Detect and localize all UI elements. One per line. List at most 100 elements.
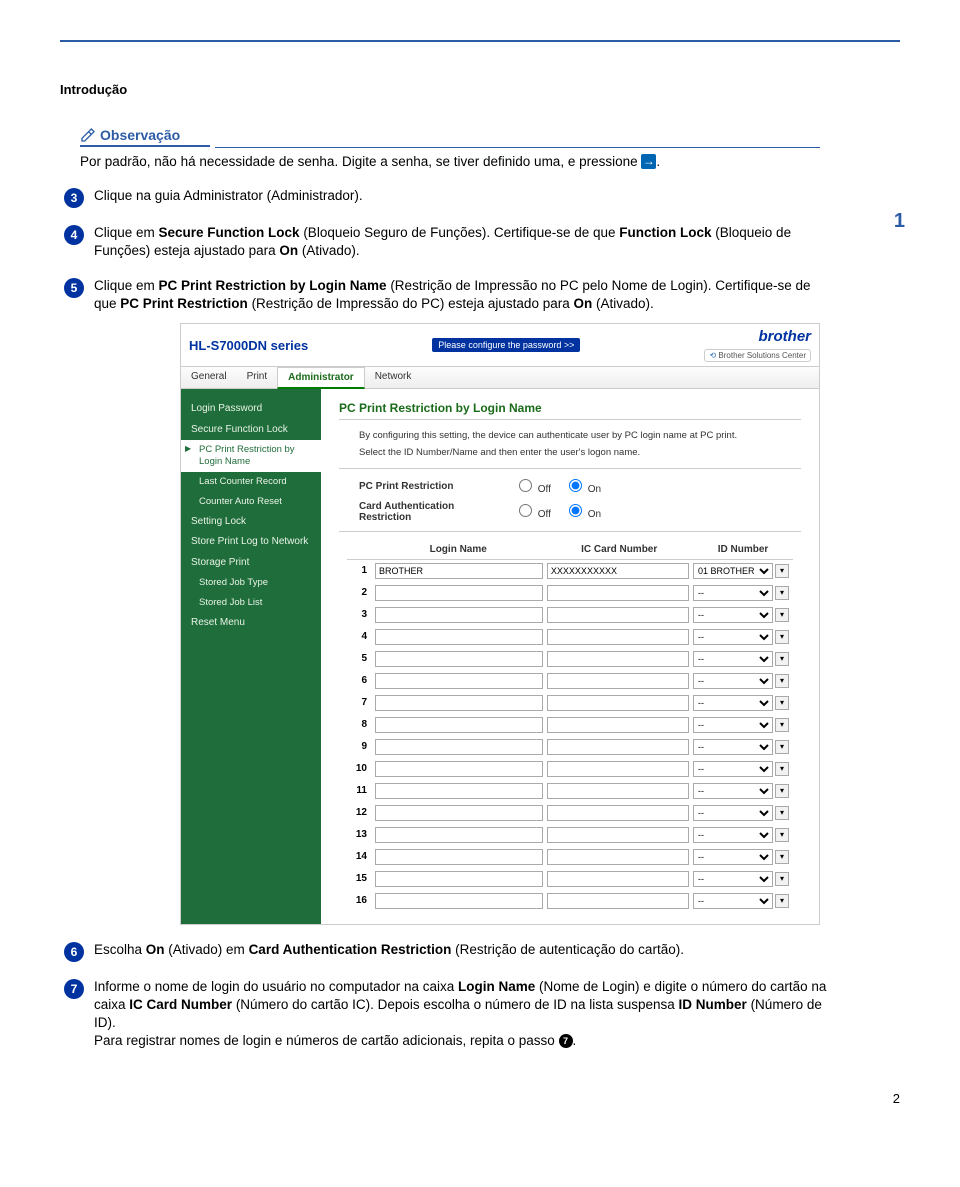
- login-name-input[interactable]: [375, 673, 543, 689]
- table-row: 16--▾: [347, 890, 793, 912]
- configure-password-button[interactable]: Please configure the password >>: [432, 338, 580, 352]
- login-name-input[interactable]: [375, 651, 543, 667]
- step-number-3: 3: [64, 188, 84, 208]
- pc-print-on-radio[interactable]: On: [569, 479, 601, 495]
- row-index: 7: [347, 697, 371, 708]
- ic-card-number-input[interactable]: [547, 805, 689, 821]
- login-name-input[interactable]: [375, 739, 543, 755]
- id-number-select[interactable]: --: [693, 651, 773, 667]
- sidebar-item[interactable]: Counter Auto Reset: [181, 492, 321, 512]
- id-number-select[interactable]: --: [693, 849, 773, 865]
- dropdown-icon[interactable]: ▾: [775, 894, 789, 908]
- ic-card-number-input[interactable]: [547, 563, 689, 579]
- note-body: Por padrão, não há necessidade de senha.…: [80, 153, 820, 171]
- id-number-select[interactable]: --: [693, 761, 773, 777]
- dropdown-icon[interactable]: ▾: [775, 850, 789, 864]
- pc-print-off-radio[interactable]: Off: [519, 479, 551, 495]
- card-auth-on-radio[interactable]: On: [569, 504, 601, 520]
- id-number-select[interactable]: --: [693, 629, 773, 645]
- id-number-select[interactable]: --: [693, 717, 773, 733]
- sidebar-item[interactable]: Setting Lock: [181, 512, 321, 533]
- solutions-center-link[interactable]: ⟲ Brother Solutions Center: [704, 349, 811, 362]
- product-title: HL-S7000DN series: [189, 338, 308, 353]
- sidebar-item[interactable]: Stored Job List: [181, 593, 321, 613]
- dropdown-icon[interactable]: ▾: [775, 652, 789, 666]
- ic-card-number-input[interactable]: [547, 651, 689, 667]
- table-row: 4--▾: [347, 626, 793, 648]
- dropdown-icon[interactable]: ▾: [775, 806, 789, 820]
- card-auth-off-radio[interactable]: Off: [519, 504, 551, 520]
- id-number-select[interactable]: --: [693, 893, 773, 909]
- dropdown-icon[interactable]: ▾: [775, 740, 789, 754]
- ic-card-number-input[interactable]: [547, 629, 689, 645]
- id-number-select[interactable]: --: [693, 739, 773, 755]
- sidebar-item[interactable]: Storage Print: [181, 553, 321, 574]
- login-name-input[interactable]: [375, 871, 543, 887]
- chapter-badge: 1: [894, 210, 905, 233]
- dropdown-icon[interactable]: ▾: [775, 564, 789, 578]
- login-name-input[interactable]: [375, 805, 543, 821]
- sidebar-item[interactable]: PC Print Restriction by Login Name: [181, 440, 321, 472]
- dropdown-icon[interactable]: ▾: [775, 762, 789, 776]
- tab-general[interactable]: General: [181, 367, 237, 388]
- login-name-input[interactable]: [375, 717, 543, 733]
- login-name-input[interactable]: [375, 563, 543, 579]
- ic-card-number-input[interactable]: [547, 893, 689, 909]
- embedded-screenshot: HL-S7000DN series Please configure the p…: [180, 323, 820, 925]
- step-5: 5 Clique em PC Print Restriction by Logi…: [64, 277, 830, 313]
- sidebar: Login PasswordSecure Function LockPC Pri…: [181, 389, 321, 924]
- ic-card-number-input[interactable]: [547, 739, 689, 755]
- table-row: 12--▾: [347, 802, 793, 824]
- ic-card-number-input[interactable]: [547, 717, 689, 733]
- id-number-select[interactable]: 01 BROTHER: [693, 563, 773, 579]
- login-name-input[interactable]: [375, 783, 543, 799]
- login-name-input[interactable]: [375, 607, 543, 623]
- row-index: 13: [347, 829, 371, 840]
- dropdown-icon[interactable]: ▾: [775, 784, 789, 798]
- id-number-select[interactable]: --: [693, 585, 773, 601]
- login-name-input[interactable]: [375, 827, 543, 843]
- login-name-input[interactable]: [375, 893, 543, 909]
- dropdown-icon[interactable]: ▾: [775, 872, 789, 886]
- tab-network[interactable]: Network: [365, 367, 422, 388]
- sidebar-item[interactable]: Secure Function Lock: [181, 420, 321, 441]
- id-number-select[interactable]: --: [693, 695, 773, 711]
- dropdown-icon[interactable]: ▾: [775, 586, 789, 600]
- ic-card-number-input[interactable]: [547, 585, 689, 601]
- sidebar-item[interactable]: Stored Job Type: [181, 573, 321, 593]
- note-title: Observação: [100, 127, 180, 143]
- tab-print[interactable]: Print: [237, 367, 278, 388]
- login-name-input[interactable]: [375, 585, 543, 601]
- dropdown-icon[interactable]: ▾: [775, 674, 789, 688]
- login-name-input[interactable]: [375, 695, 543, 711]
- sidebar-item[interactable]: Reset Menu: [181, 613, 321, 634]
- id-number-select[interactable]: --: [693, 673, 773, 689]
- sidebar-item[interactable]: Login Password: [181, 399, 321, 420]
- dropdown-icon[interactable]: ▾: [775, 828, 789, 842]
- id-number-select[interactable]: --: [693, 607, 773, 623]
- dropdown-icon[interactable]: ▾: [775, 608, 789, 622]
- ic-card-number-input[interactable]: [547, 849, 689, 865]
- tab-administrator[interactable]: Administrator: [277, 367, 365, 389]
- step-3-body: Clique na guia Administrator (Administra…: [94, 187, 830, 208]
- id-number-select[interactable]: --: [693, 805, 773, 821]
- th-ic-card-number: IC Card Number: [545, 544, 693, 555]
- dropdown-icon[interactable]: ▾: [775, 718, 789, 732]
- ic-card-number-input[interactable]: [547, 607, 689, 623]
- id-number-select[interactable]: --: [693, 783, 773, 799]
- sidebar-item[interactable]: Last Counter Record: [181, 472, 321, 492]
- sidebar-item[interactable]: Store Print Log to Network: [181, 532, 321, 553]
- id-number-select[interactable]: --: [693, 827, 773, 843]
- ic-card-number-input[interactable]: [547, 761, 689, 777]
- ic-card-number-input[interactable]: [547, 673, 689, 689]
- ic-card-number-input[interactable]: [547, 827, 689, 843]
- dropdown-icon[interactable]: ▾: [775, 696, 789, 710]
- ic-card-number-input[interactable]: [547, 783, 689, 799]
- ic-card-number-input[interactable]: [547, 871, 689, 887]
- dropdown-icon[interactable]: ▾: [775, 630, 789, 644]
- ic-card-number-input[interactable]: [547, 695, 689, 711]
- login-name-input[interactable]: [375, 629, 543, 645]
- login-name-input[interactable]: [375, 761, 543, 777]
- login-name-input[interactable]: [375, 849, 543, 865]
- id-number-select[interactable]: --: [693, 871, 773, 887]
